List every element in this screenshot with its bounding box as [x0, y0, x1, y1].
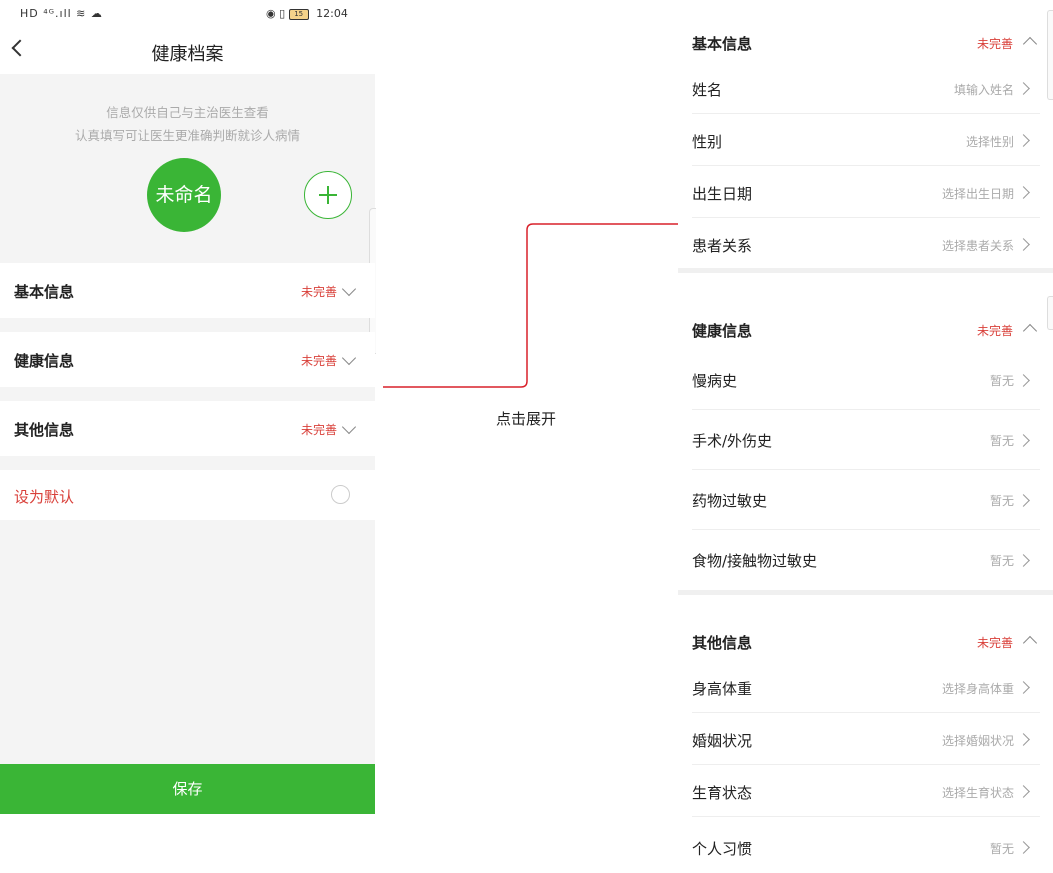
list-item-personal-habits[interactable]: 个人习惯 暂无	[692, 817, 1040, 873]
item-value: 选择身高体重	[941, 682, 1014, 696]
status-bar: HD ⁴ᴳ.ıll ≋ ☁ ◉ ▯ 15 12:04	[0, 0, 375, 28]
item-value: 选择生育状态	[941, 786, 1014, 800]
scrollbar-handle[interactable]	[1047, 296, 1053, 330]
list-item-gender[interactable]: 性别 选择性别	[692, 114, 1040, 166]
header-other-info[interactable]: 其他信息 未完善	[678, 607, 1053, 667]
plus-icon-vertical	[327, 186, 329, 204]
item-label: 食物/接触物过敏史	[692, 552, 818, 570]
item-label: 手术/外伤史	[692, 432, 773, 450]
intro-text-line2: 认真填写可让医生更准确判断就诊人病情	[74, 128, 300, 143]
chevron-right-icon	[1017, 82, 1030, 95]
chevron-right-icon	[1017, 134, 1030, 147]
item-label: 生育状态	[692, 784, 753, 802]
battery-icon: 15	[288, 8, 309, 20]
item-value: 选择出生日期	[941, 187, 1014, 201]
section-divider	[678, 590, 1053, 595]
item-label: 药物过敏史	[692, 492, 768, 510]
item-value: 暂无	[989, 434, 1014, 448]
status-badge: 未完善	[977, 324, 1014, 338]
connector-label: 点击展开	[495, 410, 556, 428]
item-value: 暂无	[989, 374, 1014, 388]
list-item-name[interactable]: 姓名 填输入姓名	[692, 62, 1040, 114]
set-default-row: 设为默认	[0, 470, 375, 520]
item-value: 暂无	[989, 554, 1014, 568]
item-value: 暂无	[989, 842, 1014, 856]
list-item-marital-status[interactable]: 婚姻状况 选择婚姻状况	[692, 713, 1040, 765]
item-value: 填输入姓名	[953, 83, 1014, 97]
chevron-right-icon	[1017, 681, 1030, 694]
status-right: ◉ ▯ 15 12:04	[266, 7, 348, 20]
expand-connector-line	[383, 223, 679, 388]
item-label: 患者关系	[692, 237, 753, 255]
save-button[interactable]: 保存	[0, 764, 375, 814]
section-label: 其他信息	[692, 634, 753, 652]
list-item-chronic-disease[interactable]: 慢病史 暂无	[692, 350, 1040, 410]
header-health-info[interactable]: 健康信息 未完善	[678, 295, 1053, 355]
item-value: 暂无	[989, 494, 1014, 508]
item-label: 出生日期	[692, 185, 753, 203]
set-default-radio[interactable]	[331, 485, 350, 504]
status-right-icons: ◉ ▯	[266, 7, 286, 20]
section-basic-info[interactable]: 基本信息 未完善	[0, 263, 375, 318]
section-other-info[interactable]: 其他信息 未完善	[0, 401, 375, 456]
add-profile-button[interactable]	[304, 171, 352, 219]
list-item-fertility-status[interactable]: 生育状态 选择生育状态	[692, 765, 1040, 817]
item-label: 婚姻状况	[692, 732, 753, 750]
item-label: 姓名	[692, 81, 723, 99]
list-item-birthdate[interactable]: 出生日期 选择出生日期	[692, 166, 1040, 218]
chevron-right-icon	[1017, 494, 1030, 507]
avatar[interactable]: 未命名	[147, 158, 221, 232]
chevron-right-icon	[1017, 841, 1030, 854]
item-value: 选择性别	[965, 135, 1014, 149]
chevron-right-icon	[1017, 434, 1030, 447]
chevron-up-icon[interactable]	[1022, 36, 1038, 52]
status-left-icons: HD ⁴ᴳ.ıll ≋ ☁	[20, 7, 103, 20]
item-label: 慢病史	[692, 372, 738, 390]
list-item-height-weight[interactable]: 身高体重 选择身高体重	[692, 661, 1040, 713]
status-badge: 未完善	[300, 354, 337, 368]
chevron-right-icon	[1017, 554, 1030, 567]
list-item-drug-allergy[interactable]: 药物过敏史 暂无	[692, 470, 1040, 530]
chevron-right-icon	[1017, 238, 1030, 251]
scrollbar-handle[interactable]	[1047, 10, 1053, 100]
list-item-surgery-history[interactable]: 手术/外伤史 暂无	[692, 410, 1040, 470]
item-label: 身高体重	[692, 680, 753, 698]
page-title: 健康档案	[151, 44, 224, 65]
left-screen: HD ⁴ᴳ.ıll ≋ ☁ ◉ ▯ 15 12:04 健康档案 信息仅供自己与主…	[0, 0, 376, 873]
set-default-label: 设为默认	[14, 488, 75, 506]
status-badge: 未完善	[300, 285, 337, 299]
item-value: 选择患者关系	[941, 239, 1014, 253]
section-label: 其他信息	[14, 421, 75, 439]
list-item-patient-relation[interactable]: 患者关系 选择患者关系	[692, 218, 1040, 270]
section-label: 健康信息	[14, 352, 75, 370]
section-label: 基本信息	[692, 35, 753, 53]
status-time: 12:04	[316, 7, 348, 20]
item-label: 个人习惯	[692, 840, 753, 858]
item-value: 选择婚姻状况	[941, 734, 1014, 748]
chevron-right-icon	[1017, 186, 1030, 199]
section-health-info[interactable]: 健康信息 未完善	[0, 332, 375, 387]
section-divider	[678, 268, 1053, 273]
chevron-down-icon	[341, 419, 357, 435]
status-badge: 未完善	[977, 636, 1014, 650]
header-basic-info[interactable]: 基本信息 未完善	[678, 8, 1053, 68]
right-screen-expanded: 基本信息 未完善 姓名 填输入姓名 性别 选择性别 出生日期 选择出生日期 患者…	[678, 0, 1053, 873]
chevron-down-icon	[341, 281, 357, 297]
section-label: 基本信息	[14, 283, 75, 301]
chevron-right-icon	[1017, 733, 1030, 746]
list-item-food-allergy[interactable]: 食物/接触物过敏史 暂无	[692, 530, 1040, 590]
chevron-right-icon	[1017, 785, 1030, 798]
item-label: 性别	[692, 133, 723, 151]
section-label: 健康信息	[692, 322, 753, 340]
status-badge: 未完善	[300, 423, 337, 437]
status-badge: 未完善	[977, 37, 1014, 51]
chevron-down-icon	[341, 350, 357, 366]
chevron-right-icon	[1017, 374, 1030, 387]
intro-text-line1: 信息仅供自己与主治医生查看	[106, 105, 269, 120]
chevron-up-icon[interactable]	[1022, 635, 1038, 651]
chevron-up-icon[interactable]	[1022, 323, 1038, 339]
